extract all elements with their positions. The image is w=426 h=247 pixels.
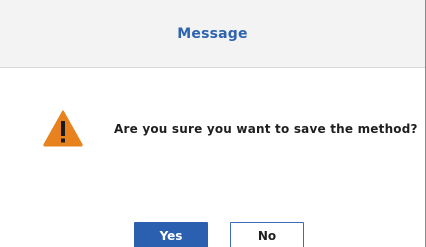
dialog-message: Are you sure you want to save the method… — [114, 122, 418, 136]
warning-icon — [43, 110, 83, 147]
message-dialog: Message Are you sure you want to save th… — [0, 0, 426, 247]
dialog-header: Message — [0, 0, 425, 68]
dialog-title: Message — [177, 25, 248, 42]
no-button[interactable]: No — [230, 222, 304, 247]
yes-button[interactable]: Yes — [134, 222, 208, 247]
